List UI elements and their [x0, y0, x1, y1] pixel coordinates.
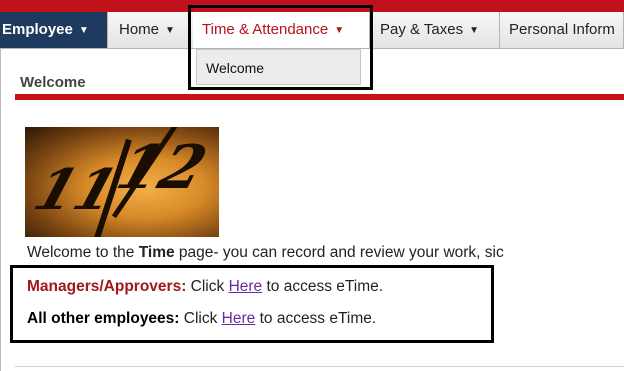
- top-brand-bar: [0, 0, 624, 12]
- managers-suffix: to access eTime.: [262, 278, 384, 295]
- nav-pay-taxes[interactable]: Pay & Taxes ▼: [372, 12, 500, 48]
- intro-suffix: page- you can record and review your wor…: [174, 244, 504, 261]
- clock-image: 11 12: [25, 127, 219, 237]
- bottom-divider: [15, 366, 624, 367]
- nav-home-label: Home: [119, 21, 160, 38]
- employees-suffix: to access eTime.: [255, 310, 377, 327]
- intro-prefix: Welcome to the: [27, 244, 139, 261]
- caret-down-icon: ▼: [334, 25, 345, 36]
- nav-employee[interactable]: Employee ▼: [0, 12, 108, 48]
- employees-access-line: All other employees: Click Here to acces…: [27, 310, 376, 328]
- intro-text: Welcome to the Time page- you can record…: [27, 244, 624, 262]
- employees-here-link[interactable]: Here: [222, 310, 256, 327]
- intro-bold: Time: [138, 244, 175, 261]
- dropdown-welcome-label: Welcome: [206, 60, 265, 76]
- nav-personal-label: Personal Inform: [509, 21, 615, 38]
- nav-employee-label: Employee: [2, 21, 73, 38]
- dropdown-item-welcome[interactable]: Welcome: [196, 49, 361, 85]
- managers-here-link[interactable]: Here: [229, 278, 263, 295]
- managers-access-line: Managers/Approvers: Click Here to access…: [27, 278, 383, 296]
- frame-border: [0, 12, 1, 371]
- employees-label: All other employees:: [27, 310, 180, 327]
- employees-click-text: Click: [179, 310, 222, 327]
- managers-click-text: Click: [186, 278, 229, 295]
- caret-down-icon: ▼: [78, 25, 89, 36]
- nav-time-label: Time & Attendance: [202, 21, 329, 38]
- main-nav: Employee ▼ Home ▼ Time & Attendance ▼ Pay &…: [0, 12, 624, 49]
- nav-home[interactable]: Home ▼: [110, 12, 190, 48]
- managers-label: Managers/Approvers:: [27, 278, 187, 295]
- nav-time-attendance[interactable]: Time & Attendance ▼: [193, 12, 370, 48]
- caret-down-icon: ▼: [165, 25, 175, 36]
- page-title: Welcome: [20, 74, 86, 91]
- nav-pay-label: Pay & Taxes: [380, 21, 464, 38]
- title-divider: [15, 94, 624, 100]
- nav-personal-info[interactable]: Personal Inform: [501, 12, 624, 48]
- caret-down-icon: ▼: [469, 25, 480, 36]
- annotation-box-access: [10, 265, 494, 343]
